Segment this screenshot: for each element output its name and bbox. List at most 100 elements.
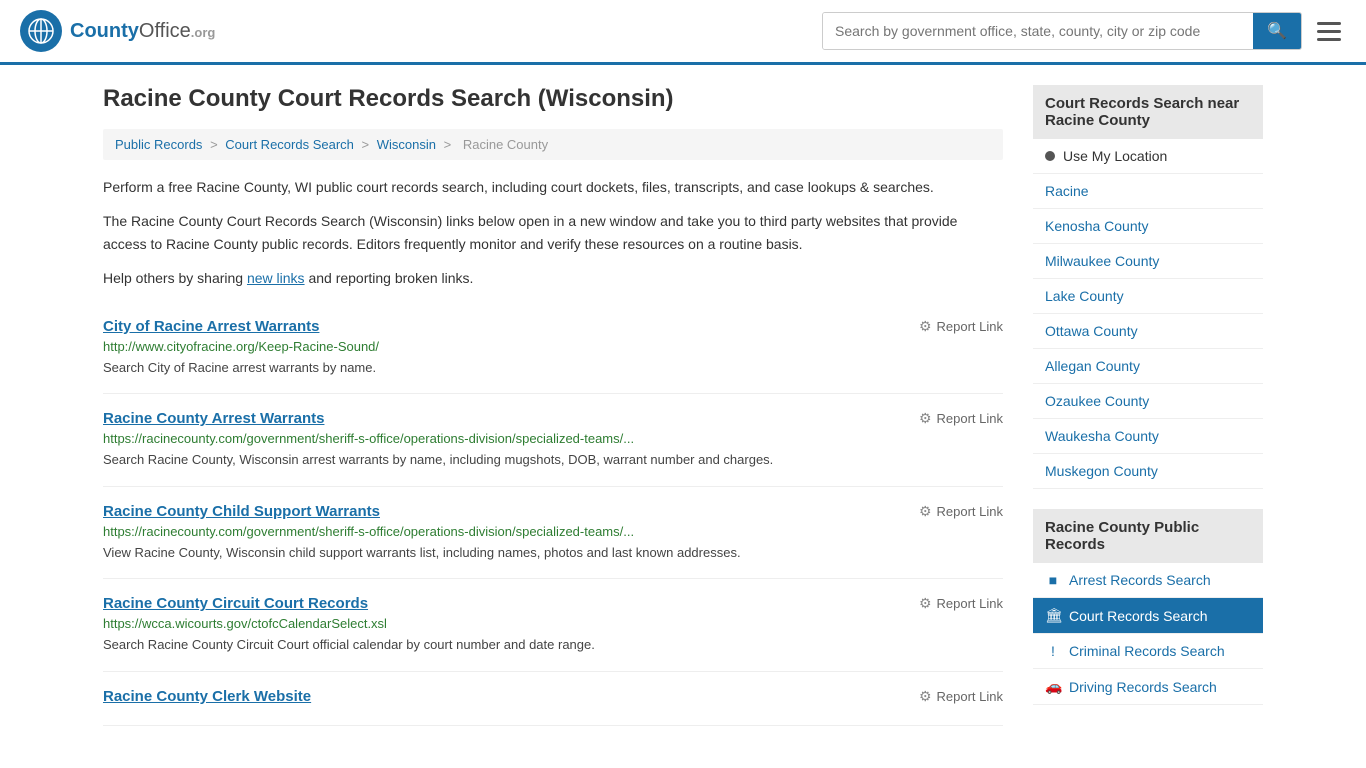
report-link[interactable]: ⚙ Report Link [919, 318, 1003, 335]
description-para3: Help others by sharing new links and rep… [103, 267, 1003, 289]
report-label: Report Link [937, 411, 1003, 426]
result-title[interactable]: Racine County Child Support Warrants [103, 503, 380, 520]
result-title[interactable]: City of Racine Arrest Warrants [103, 318, 319, 335]
result-url: http://www.cityofracine.org/Keep-Racine-… [103, 339, 1003, 354]
breadcrumb: Public Records > Court Records Search > … [103, 129, 1003, 160]
pub-records-item[interactable]: 🚗 Driving Records Search [1033, 669, 1263, 705]
pub-records-item[interactable]: ■ Arrest Records Search [1033, 563, 1263, 598]
pub-records-link[interactable]: ! Criminal Records Search [1033, 634, 1263, 668]
report-icon: ⚙ [919, 688, 932, 705]
nearby-list-item[interactable]: Lake County [1033, 279, 1263, 314]
search-container: 🔍 [822, 12, 1302, 50]
report-icon: ⚙ [919, 503, 932, 520]
nearby-list-item[interactable]: Milwaukee County [1033, 244, 1263, 279]
nearby-list-item[interactable]: Ottawa County [1033, 314, 1263, 349]
result-url: https://racinecounty.com/government/sher… [103, 524, 1003, 539]
result-header: City of Racine Arrest Warrants ⚙ Report … [103, 318, 1003, 335]
nearby-list: Use My Location [1033, 139, 1263, 174]
new-links-link[interactable]: new links [247, 270, 305, 286]
hamburger-line [1317, 22, 1341, 25]
nearby-list-item[interactable]: Muskegon County [1033, 454, 1263, 489]
result-item: Racine County Clerk Website ⚙ Report Lin… [103, 672, 1003, 726]
sidebar: Court Records Search near Racine County … [1033, 85, 1263, 726]
content-area: Racine County Court Records Search (Wisc… [103, 85, 1003, 726]
menu-button[interactable] [1312, 17, 1346, 46]
breadcrumb-public-records[interactable]: Public Records [115, 137, 202, 152]
pub-records-link[interactable]: 🏛 Court Records Search [1033, 598, 1263, 633]
report-label: Report Link [937, 689, 1003, 704]
logo-icon [20, 10, 62, 52]
result-item: Racine County Circuit Court Records ⚙ Re… [103, 579, 1003, 672]
result-desc: View Racine County, Wisconsin child supp… [103, 543, 1003, 563]
result-title[interactable]: Racine County Arrest Warrants [103, 410, 324, 427]
hamburger-line [1317, 38, 1341, 41]
rec-icon: 🚗 [1045, 678, 1061, 695]
pub-records-link[interactable]: ■ Arrest Records Search [1033, 563, 1263, 597]
nearby-link[interactable]: Muskegon County [1033, 454, 1263, 488]
nearby-list-item[interactable]: Kenosha County [1033, 209, 1263, 244]
nearby-link[interactable]: Milwaukee County [1033, 244, 1263, 278]
result-item: Racine County Child Support Warrants ⚙ R… [103, 487, 1003, 580]
result-header: Racine County Child Support Warrants ⚙ R… [103, 503, 1003, 520]
report-label: Report Link [937, 596, 1003, 611]
logo-text: CountyOffice.org [70, 20, 215, 42]
rec-icon: 🏛 [1045, 607, 1061, 624]
report-icon: ⚙ [919, 595, 932, 612]
description-para1: Perform a free Racine County, WI public … [103, 176, 1003, 198]
search-input[interactable] [823, 13, 1253, 49]
location-icon [1045, 151, 1055, 161]
result-header: Racine County Arrest Warrants ⚙ Report L… [103, 410, 1003, 427]
nearby-list-item[interactable]: Allegan County [1033, 349, 1263, 384]
search-icon: 🔍 [1267, 23, 1287, 40]
result-title[interactable]: Racine County Circuit Court Records [103, 595, 368, 612]
breadcrumb-current: Racine County [463, 137, 548, 152]
main-container: Racine County Court Records Search (Wisc… [83, 65, 1283, 746]
nearby-link[interactable]: Lake County [1033, 279, 1263, 313]
result-title[interactable]: Racine County Clerk Website [103, 688, 311, 705]
result-desc: Search City of Racine arrest warrants by… [103, 358, 1003, 378]
result-header: Racine County Circuit Court Records ⚙ Re… [103, 595, 1003, 612]
nearby-section: Court Records Search near Racine County … [1033, 85, 1263, 489]
pub-records-item[interactable]: ! Criminal Records Search [1033, 634, 1263, 669]
use-my-location-link[interactable]: Use My Location [1033, 139, 1263, 173]
report-label: Report Link [937, 319, 1003, 334]
result-item: Racine County Arrest Warrants ⚙ Report L… [103, 394, 1003, 487]
pub-records-item[interactable]: 🏛 Court Records Search [1033, 598, 1263, 634]
report-link[interactable]: ⚙ Report Link [919, 503, 1003, 520]
report-link[interactable]: ⚙ Report Link [919, 688, 1003, 705]
pub-records-list: ■ Arrest Records Search 🏛 Court Records … [1033, 563, 1263, 705]
logo-area: CountyOffice.org [20, 10, 215, 52]
site-header: CountyOffice.org 🔍 [0, 0, 1366, 65]
nearby-link[interactable]: Racine [1033, 174, 1263, 208]
nearby-list-item[interactable]: Waukesha County [1033, 419, 1263, 454]
nearby-links-list: RacineKenosha CountyMilwaukee CountyLake… [1033, 174, 1263, 489]
report-label: Report Link [937, 504, 1003, 519]
report-icon: ⚙ [919, 318, 932, 335]
page-title: Racine County Court Records Search (Wisc… [103, 85, 1003, 113]
result-item: City of Racine Arrest Warrants ⚙ Report … [103, 302, 1003, 395]
breadcrumb-court-records[interactable]: Court Records Search [225, 137, 354, 152]
rec-icon: ! [1045, 643, 1061, 659]
nearby-list-item[interactable]: Racine [1033, 174, 1263, 209]
nearby-list-item[interactable]: Ozaukee County [1033, 384, 1263, 419]
pub-records-link[interactable]: 🚗 Driving Records Search [1033, 669, 1263, 704]
search-bar-area: 🔍 [822, 12, 1346, 50]
public-records-header: Racine County Public Records [1033, 509, 1263, 563]
breadcrumb-wisconsin[interactable]: Wisconsin [377, 137, 436, 152]
rec-icon: ■ [1045, 572, 1061, 588]
nearby-link[interactable]: Kenosha County [1033, 209, 1263, 243]
report-link[interactable]: ⚙ Report Link [919, 595, 1003, 612]
result-header: Racine County Clerk Website ⚙ Report Lin… [103, 688, 1003, 705]
result-desc: Search Racine County, Wisconsin arrest w… [103, 450, 1003, 470]
nearby-link[interactable]: Ottawa County [1033, 314, 1263, 348]
report-link[interactable]: ⚙ Report Link [919, 410, 1003, 427]
nearby-link[interactable]: Ozaukee County [1033, 384, 1263, 418]
use-my-location-item[interactable]: Use My Location [1033, 139, 1263, 174]
public-records-section: Racine County Public Records ■ Arrest Re… [1033, 509, 1263, 705]
nearby-link[interactable]: Waukesha County [1033, 419, 1263, 453]
nearby-header: Court Records Search near Racine County [1033, 85, 1263, 139]
pub-records-label: Driving Records Search [1069, 679, 1217, 695]
nearby-link[interactable]: Allegan County [1033, 349, 1263, 383]
pub-records-label: Court Records Search [1069, 608, 1208, 624]
search-button[interactable]: 🔍 [1253, 13, 1301, 49]
